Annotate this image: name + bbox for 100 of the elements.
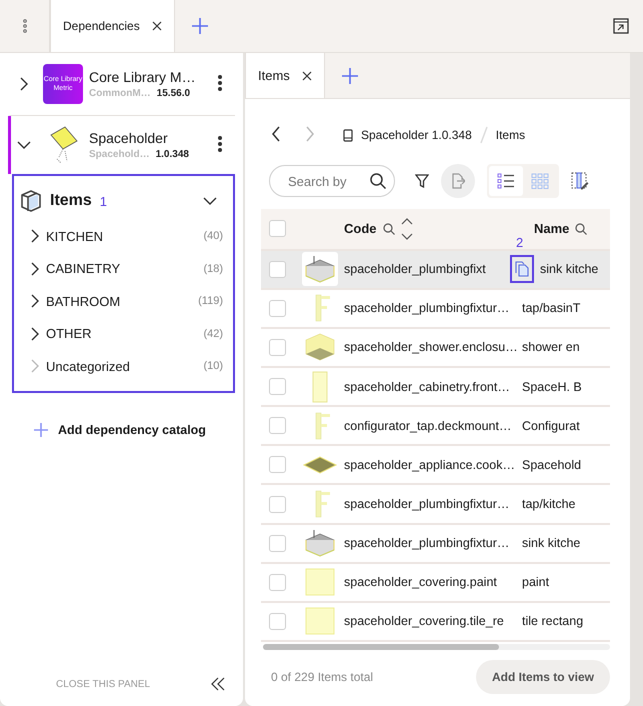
column-header[interactable]: Code [344, 221, 376, 236]
row-checkbox[interactable] [269, 612, 286, 630]
breadcrumb-link[interactable]: Spaceholder 1.0.348 [361, 128, 472, 142]
row-checkbox[interactable] [269, 496, 286, 513]
table-row[interactable]: spaceholder_plumbingfixtur… tap/basinT [261, 290, 610, 329]
edit-columns-button[interactable] [571, 172, 589, 190]
table-row[interactable]: spaceholder_covering.tile_re tile rectang [261, 602, 610, 642]
row-checkbox[interactable] [269, 574, 286, 591]
row-checkbox[interactable] [269, 260, 286, 278]
name-cell-text: sink kitche [540, 262, 600, 276]
name-cell-text: Spacehold [522, 458, 582, 472]
code-cell-text: spaceholder_plumbingfixtur… [344, 301, 510, 316]
item-thumbnail-drawing [302, 252, 338, 286]
row-checkbox[interactable] [269, 378, 286, 396]
table-row[interactable]: spaceholder_plumbingfixtur… tap/kitche [261, 485, 610, 525]
code-cell-text: spaceholder_plumbingfixtur… [344, 536, 510, 550]
book-icon [343, 128, 353, 142]
name-cell-text: paint [522, 575, 550, 590]
column-header[interactable]: Name [534, 221, 570, 236]
add-catalog-button[interactable]: Add dependency catalog [34, 422, 243, 436]
category-count: (18) [203, 262, 223, 275]
table-row[interactable]: spaceholder_covering.paint paint [261, 564, 610, 603]
category-label: CABINETRY [46, 261, 122, 276]
name-cell-text: sink kitche [522, 536, 582, 550]
code-cell-text: spaceholder_covering.tile_re [344, 614, 505, 628]
name-cell-text: tile rectang [522, 614, 584, 628]
category-label: Uncategorized [46, 358, 131, 374]
category-count: (42) [203, 328, 223, 340]
export-button[interactable] [441, 164, 475, 198]
search-field[interactable]: Search by [269, 165, 395, 197]
item-total: 0 of 229 Items total [271, 670, 374, 684]
catalog-row[interactable]: Spaceholder Spacehold… 1.0.348 [8, 116, 235, 174]
close-icon[interactable] [152, 21, 162, 31]
copy-icon [515, 261, 529, 278]
name-cell-text: Configurat [522, 418, 581, 433]
category-count: (119) [198, 295, 223, 308]
chevron-right-icon [19, 77, 29, 91]
table-row[interactable]: spaceholder_shower.enclosu… shower en [261, 328, 610, 368]
catalog-version: 15.56.0 [156, 88, 190, 99]
table-row[interactable]: spaceholder_plumbingfixtur… sink kitche [261, 524, 610, 564]
table-row[interactable]: spaceholder_cabinetry.front… SpaceH. B [261, 368, 610, 408]
select-all-checkbox[interactable] [269, 220, 286, 238]
code-cell-text: spaceholder_plumbingfixt [344, 262, 487, 276]
chevron-right-icon [30, 294, 40, 308]
grid-icon [531, 173, 549, 189]
catalog-version: 1.0.348 [156, 149, 189, 160]
panel-tab[interactable]: Items [245, 53, 325, 98]
close-icon[interactable] [302, 70, 312, 80]
catalog-source: Spacehold… [89, 149, 150, 160]
search-icon[interactable] [382, 222, 394, 235]
table-row[interactable]: configurator_tap.deckmount… Configurat [261, 407, 610, 446]
catalog-name: Core Library M… [89, 69, 197, 85]
row-checkbox[interactable] [269, 338, 286, 356]
column-edit-icon [571, 172, 589, 190]
sort-icon[interactable] [400, 218, 412, 240]
category-item[interactable]: Uncategorized (10) [20, 350, 223, 382]
category-item[interactable]: BATHROOM (119) [20, 285, 223, 318]
export-icon [451, 173, 465, 189]
row-checkbox[interactable] [269, 456, 286, 474]
row-checkbox[interactable] [269, 417, 286, 434]
filter-button[interactable] [415, 174, 429, 188]
row-checkbox[interactable] [269, 300, 286, 317]
table-row[interactable]: spaceholder_appliance.cook… Spacehold [261, 446, 610, 486]
name-cell-text: tap/kitche [522, 497, 577, 512]
category-item[interactable]: OTHER (42) [20, 318, 223, 350]
search-input[interactable]: Search by [286, 172, 370, 190]
chevron-right-icon [30, 326, 40, 341]
chevron-down-icon [203, 196, 217, 206]
category-label: BATHROOM [46, 294, 122, 309]
category-item[interactable]: KITCHEN (40) [20, 220, 223, 252]
code-cell-text: spaceholder_cabinetry.front… [344, 380, 511, 394]
category-label: KITCHEN [46, 228, 104, 244]
catalog-name: Spaceholder [89, 130, 169, 146]
plus-icon [34, 422, 48, 436]
search-icon[interactable] [575, 222, 588, 235]
category-count: (40) [203, 230, 223, 242]
cube-icon [20, 189, 42, 213]
category-item[interactable]: CABINETRY (18) [20, 252, 223, 285]
list-view-button[interactable] [489, 166, 523, 196]
kebab-icon [218, 136, 222, 152]
chevron-left-icon [271, 126, 281, 142]
code-cell: spaceholder_appliance.cook… [344, 458, 512, 472]
add-items-button[interactable]: Add Items to view [476, 660, 610, 694]
name-cell-text: shower en [522, 340, 581, 354]
breadcrumb-link[interactable]: Items [496, 128, 526, 142]
annotation-number: 1 [100, 194, 108, 208]
category-label: OTHER [46, 326, 92, 342]
window-icon [613, 18, 629, 34]
row-checkbox[interactable] [269, 534, 286, 552]
name-cell-text: SpaceH. B [522, 380, 583, 394]
slash-separator-icon [480, 126, 488, 144]
chevron-right-icon [30, 262, 40, 276]
panel-tab[interactable]: Dependencies [50, 0, 175, 52]
double-chevron-left-icon[interactable] [211, 677, 225, 691]
horizontal-scrollbar[interactable] [263, 644, 499, 650]
code-cell-text: spaceholder_covering.paint [344, 575, 498, 590]
chevron-right-icon [30, 229, 40, 244]
annotation-number: 2 [516, 235, 524, 250]
section-title: Items [50, 192, 92, 210]
chevron-down-icon [17, 140, 31, 150]
